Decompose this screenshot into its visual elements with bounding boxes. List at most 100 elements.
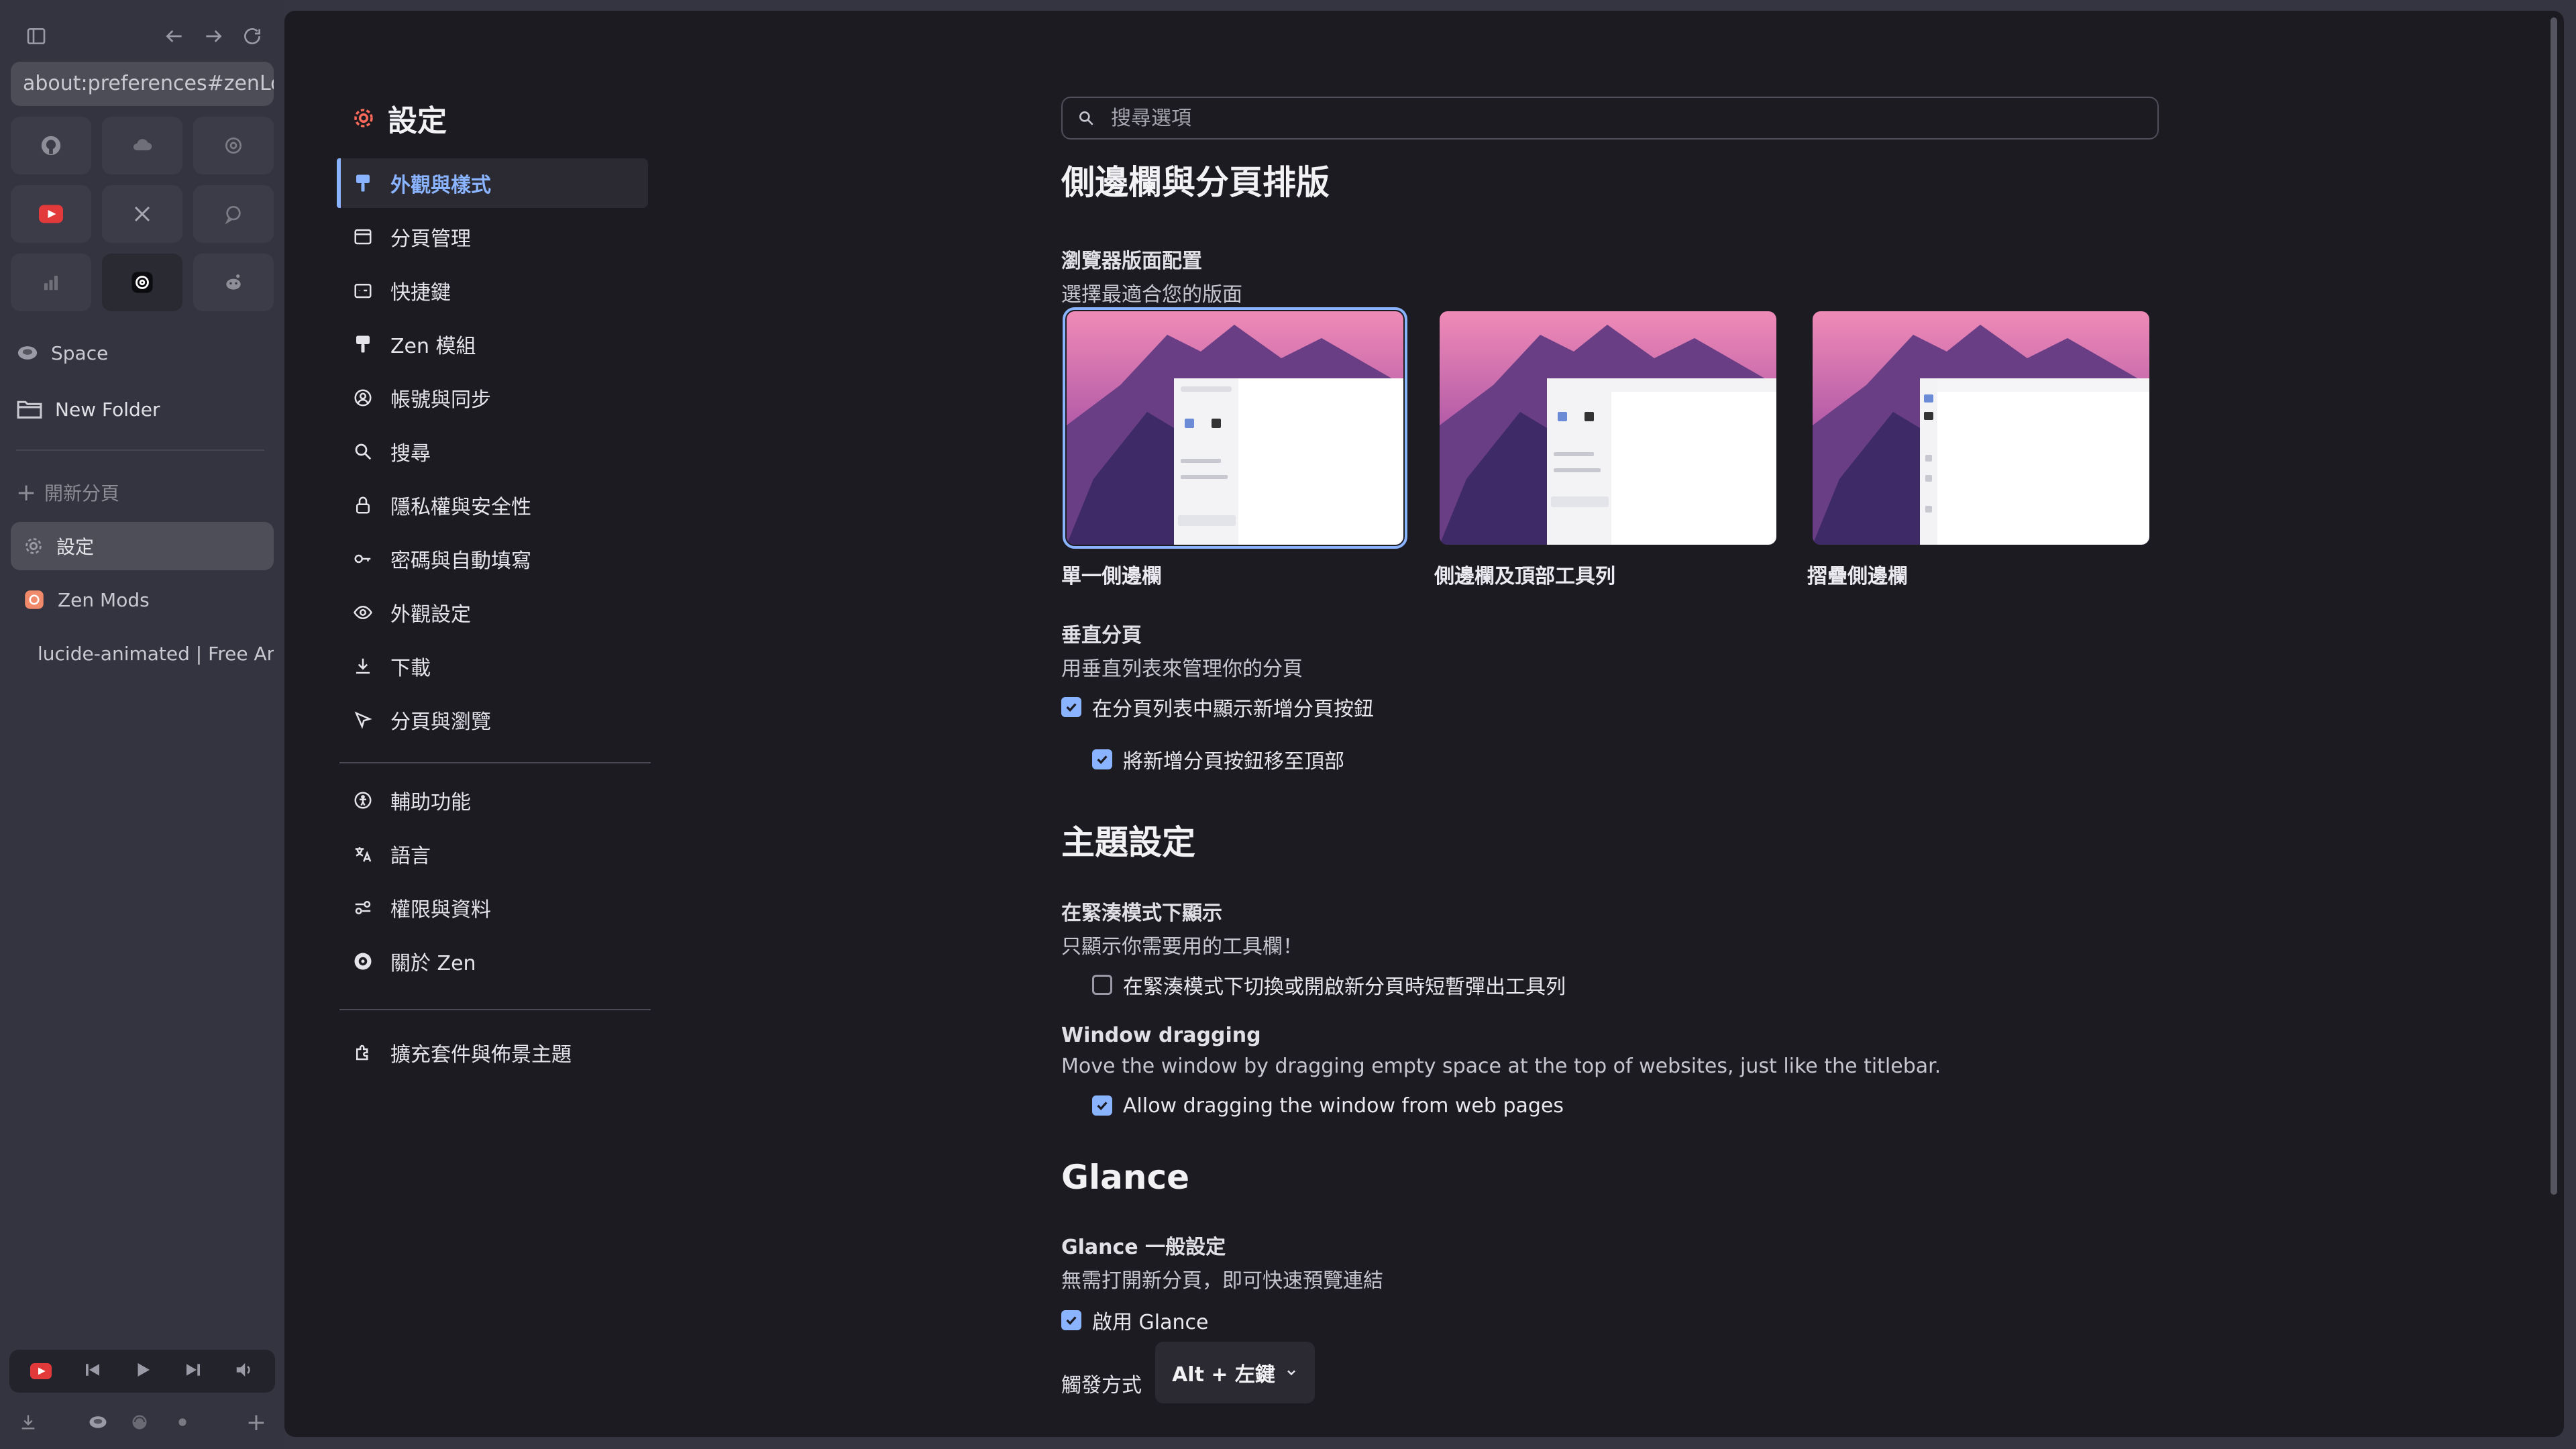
option-show-new-tab-button[interactable]: 在分頁列表中顯示新增分頁按鈕 xyxy=(1061,694,1374,721)
glance-description: 無需打開新分頁，即可快速預覽連結 xyxy=(1061,1269,1383,1293)
nav-item-looks[interactable]: 外觀與樣式 xyxy=(337,158,648,208)
nav-item-passwords[interactable]: 密碼與自動填寫 xyxy=(337,534,648,584)
add-workspace-button[interactable]: + xyxy=(237,1403,275,1441)
forward-button[interactable] xyxy=(195,17,232,55)
back-button[interactable] xyxy=(156,17,193,55)
layout-label: 單一側邊欄 xyxy=(1061,565,1162,588)
nav-item-appearance[interactable]: 外觀設定 xyxy=(337,588,648,637)
workspace-row[interactable]: Space xyxy=(16,333,108,373)
tab-item-zen-mods[interactable]: Zen Mods xyxy=(11,576,274,624)
essential-threads[interactable] xyxy=(102,254,182,311)
openai-icon xyxy=(225,138,241,154)
nav-label: 權限與資料 xyxy=(390,898,491,922)
checkbox-checked[interactable] xyxy=(1092,1095,1112,1116)
nav-label: 快捷鍵 xyxy=(390,281,451,305)
nav-item-tab-management[interactable]: 分頁管理 xyxy=(337,212,648,262)
window-dragging-heading: Window dragging xyxy=(1061,1024,1261,1047)
checkbox-unchecked[interactable] xyxy=(1092,975,1112,995)
workspace-switch-second[interactable] xyxy=(121,1403,158,1441)
compact-description: 只顯示你需要用的工具欄！ xyxy=(1061,935,1303,959)
search-field[interactable] xyxy=(1061,97,2159,140)
search-icon xyxy=(355,443,372,460)
checkbox-checked[interactable] xyxy=(1061,697,1081,717)
essential-reddit[interactable] xyxy=(193,254,274,311)
gear-icon xyxy=(25,538,42,554)
search-icon xyxy=(1079,111,1093,125)
youtube-icon xyxy=(30,1363,52,1379)
trigger-select[interactable]: Alt + 左鍵 xyxy=(1155,1342,1315,1403)
nav-item-shortcuts[interactable]: 快捷鍵 xyxy=(337,266,648,315)
search-input[interactable] xyxy=(1110,105,2118,131)
workspace-switch-space[interactable] xyxy=(79,1403,117,1441)
nav-item-about[interactable]: 關於 Zen xyxy=(337,936,648,986)
nav-item-accessibility[interactable]: 輔助功能 xyxy=(337,775,648,825)
cursor-icon xyxy=(354,711,372,729)
essential-chart[interactable] xyxy=(11,254,91,311)
checkmark-icon xyxy=(1097,1102,1108,1110)
nav-label: 分頁與瀏覽 xyxy=(390,710,491,734)
option-compact-popup[interactable]: 在緊湊模式下切換或開啟新分頁時短暫彈出工具列 xyxy=(1092,971,1566,999)
plus-icon: + xyxy=(246,1408,267,1436)
layout-card-single-sidebar[interactable] xyxy=(1063,307,1407,549)
permissions-icon xyxy=(355,901,371,914)
essential-youtube[interactable] xyxy=(11,185,91,243)
new-tab-label: 開新分頁 xyxy=(44,482,120,504)
essential-cloud[interactable] xyxy=(102,117,182,174)
reload-button[interactable] xyxy=(233,17,271,55)
nav-label: 語言 xyxy=(390,845,431,868)
essential-x[interactable] xyxy=(102,185,182,243)
nav-item-search[interactable]: 搜尋 xyxy=(337,427,648,476)
vertical-tabs-description: 用垂直列表來管理你的分頁 xyxy=(1061,657,1303,681)
essential-github[interactable] xyxy=(11,117,91,174)
glance-general-heading: Glance 一般設定 xyxy=(1061,1236,1226,1259)
nav-item-extensions-themes[interactable]: 擴充套件與佈景主題 xyxy=(337,1028,648,1077)
section-heading: 側邊欄與分頁排版 xyxy=(1061,163,1330,202)
option-move-new-tab-top[interactable]: 將新增分頁按鈕移至頂部 xyxy=(1092,746,1344,773)
vertical-tabs-heading: 垂直分頁 xyxy=(1061,624,1142,647)
essential-chat[interactable] xyxy=(193,185,274,243)
compact-heading: 在緊湊模式下顯示 xyxy=(1061,902,1222,925)
gear-icon xyxy=(354,109,373,127)
option-allow-window-drag[interactable]: Allow dragging the window from web pages xyxy=(1092,1092,1564,1119)
layout-card-collapsed-sidebar[interactable] xyxy=(1813,311,2149,545)
content-area: 設定 外觀與樣式 分頁管理 快捷鍵 Zen 模組 帳號與同步 搜尋 隱私權與安全… xyxy=(284,11,2564,1437)
new-tab-button[interactable]: + 開新分頁 xyxy=(16,472,119,513)
nav-label: 外觀與樣式 xyxy=(390,174,491,197)
mute-button[interactable] xyxy=(233,1360,255,1383)
nav-item-downloads[interactable]: 下載 xyxy=(337,641,648,691)
sidebar-top-controls xyxy=(17,17,267,55)
nav-item-permissions[interactable]: 權限與資料 xyxy=(337,883,648,932)
nav-label: Zen 模組 xyxy=(390,335,476,358)
tab-item-lucide[interactable]: lucide-animated | Free Animated Icons xyxy=(11,629,274,678)
nav-label: 輔助功能 xyxy=(390,791,471,814)
checkbox-checked[interactable] xyxy=(1092,749,1112,769)
next-button[interactable] xyxy=(183,1360,203,1383)
nav-item-account-sync[interactable]: 帳號與同步 xyxy=(337,373,648,423)
checkbox-checked[interactable] xyxy=(1061,1310,1081,1330)
folder-name: New Folder xyxy=(55,398,160,421)
workspace-switch-third[interactable] xyxy=(164,1403,201,1441)
play-button[interactable] xyxy=(133,1360,153,1383)
nav-item-zen-mods[interactable]: Zen 模組 xyxy=(337,319,648,369)
layout-description: 選擇最適合您的版面 xyxy=(1061,283,1242,307)
play-icon xyxy=(138,1363,150,1377)
essential-openai[interactable] xyxy=(193,117,274,174)
media-controls xyxy=(9,1350,275,1393)
tab-item-settings[interactable]: 設定 xyxy=(11,522,274,570)
nav-item-privacy[interactable]: 隱私權與安全性 xyxy=(337,480,648,530)
previous-button[interactable] xyxy=(83,1360,103,1383)
nav-divider xyxy=(339,1009,651,1010)
eye-icon xyxy=(354,605,372,620)
nav-item-tabs-browsing[interactable]: 分頁與瀏覽 xyxy=(337,695,648,745)
url-bar[interactable]: about:preferences#zenLooks xyxy=(11,62,274,106)
nav-item-language[interactable]: 語言 xyxy=(337,829,648,879)
layout-preview-image xyxy=(1813,311,2149,545)
threads-icon xyxy=(131,272,153,293)
layout-card-sidebar-top-toolbar[interactable] xyxy=(1440,311,1776,545)
option-enable-glance[interactable]: 啟用 Glance xyxy=(1061,1307,1208,1334)
folder-row[interactable]: New Folder xyxy=(16,389,160,429)
toggle-sidebar-button[interactable] xyxy=(17,17,55,55)
trigger-value: Alt + 左鍵 xyxy=(1172,1363,1275,1387)
downloads-button[interactable] xyxy=(9,1403,47,1441)
scrollbar[interactable] xyxy=(2551,17,2557,1195)
